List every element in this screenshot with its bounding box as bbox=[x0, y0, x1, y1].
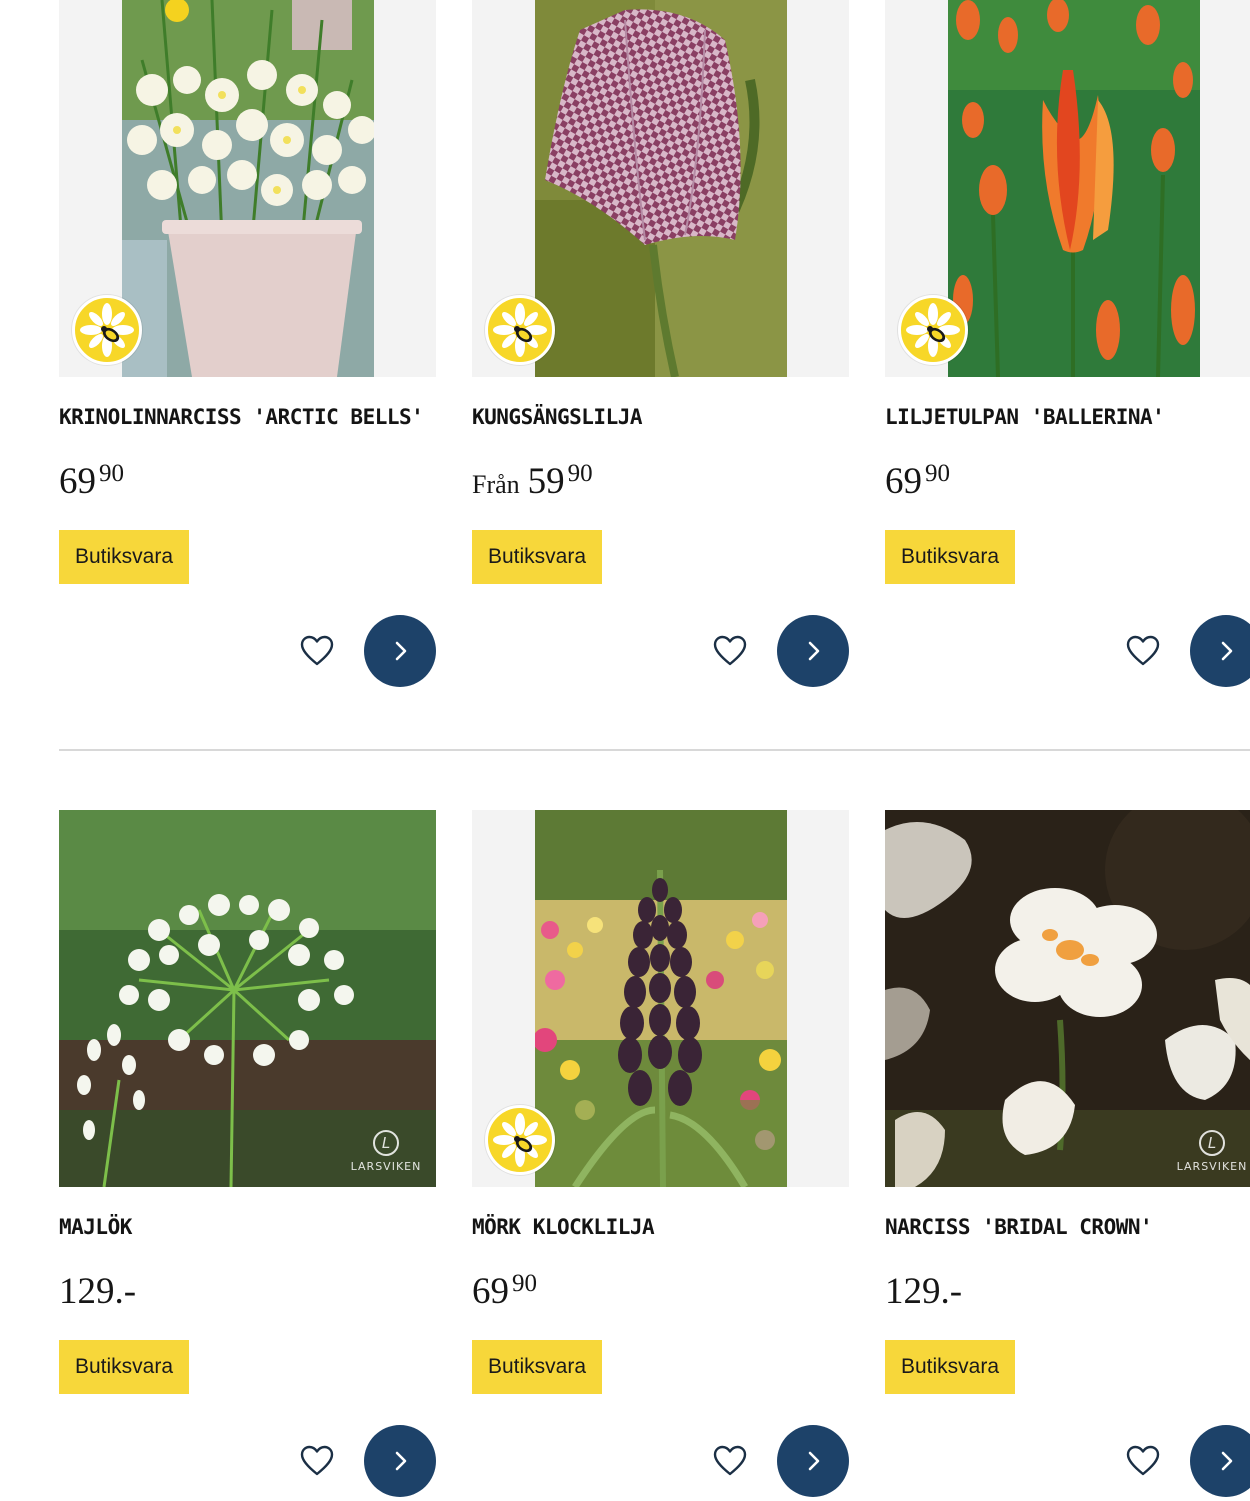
product-image[interactable]: L LARSVIKEN bbox=[885, 810, 1250, 1187]
product-price: 69 90 bbox=[472, 1270, 537, 1313]
product-price: 69 90 bbox=[59, 460, 124, 503]
chevron-right-icon bbox=[395, 1451, 407, 1471]
price-decimals: 90 bbox=[512, 1270, 537, 1297]
price-main: 59 bbox=[527, 461, 565, 502]
open-product-button[interactable] bbox=[777, 1425, 849, 1497]
chevron-right-icon bbox=[395, 641, 407, 661]
daffodil-pot-photo bbox=[122, 0, 374, 377]
product-price: 69 90 bbox=[885, 460, 950, 503]
product-price: Från 59 90 bbox=[472, 460, 593, 503]
heart-outline-icon bbox=[713, 635, 747, 666]
store-item-tag: Butiksvara bbox=[472, 530, 602, 584]
larsviken-watermark: L LARSVIKEN bbox=[346, 1130, 426, 1173]
product-card[interactable]: LILJETULPAN 'BALLERINA' 69 90 Butiksvara bbox=[885, 0, 1250, 687]
favorite-button[interactable] bbox=[299, 1443, 335, 1479]
product-image[interactable] bbox=[885, 0, 1250, 377]
product-name[interactable]: NARCISS 'BRIDAL CROWN' bbox=[885, 1215, 1250, 1239]
price-decimals: 90 bbox=[925, 460, 950, 487]
bee-flower-icon bbox=[72, 295, 142, 365]
watermark-text: LARSVIKEN bbox=[350, 1160, 422, 1173]
price-main: 69 bbox=[59, 461, 96, 502]
larsviken-logo-icon: L bbox=[1199, 1130, 1225, 1156]
bee-flower-icon bbox=[485, 1105, 555, 1175]
chevron-right-icon bbox=[1221, 1451, 1233, 1471]
product-name[interactable]: KRINOLINNARCISS 'ARCTIC BELLS' bbox=[59, 405, 436, 429]
store-item-tag: Butiksvara bbox=[472, 1340, 602, 1394]
tulip-field-photo bbox=[948, 0, 1200, 377]
product-price: 129.- bbox=[885, 1270, 965, 1313]
heart-outline-icon bbox=[1126, 635, 1160, 666]
price-main: 69 bbox=[472, 1271, 509, 1312]
open-product-button[interactable] bbox=[1190, 1425, 1250, 1497]
product-image[interactable] bbox=[59, 0, 436, 377]
product-name[interactable]: LILJETULPAN 'BALLERINA' bbox=[885, 405, 1250, 429]
price-main: 129.- bbox=[59, 1271, 137, 1312]
product-name[interactable]: MAJLÖK bbox=[59, 1215, 436, 1239]
open-product-button[interactable] bbox=[1190, 615, 1250, 687]
bee-flower-icon bbox=[898, 295, 968, 365]
product-card[interactable]: L LARSVIKEN NARCISS 'BRIDAL CROWN' 129.-… bbox=[885, 810, 1250, 1497]
price-main: 69 bbox=[885, 461, 922, 502]
row-divider bbox=[59, 749, 1250, 751]
product-card[interactable]: KUNGSÄNGSLILJA Från 59 90 Butiksvara bbox=[472, 0, 849, 687]
product-image[interactable]: L LARSVIKEN bbox=[59, 810, 436, 1187]
product-card[interactable]: L LARSVIKEN MAJLÖK 129.- Butiksvara bbox=[59, 810, 436, 1497]
watermark-text: LARSVIKEN bbox=[1176, 1160, 1248, 1173]
favorite-button[interactable] bbox=[1125, 633, 1161, 669]
fritillary-photo bbox=[535, 0, 787, 377]
store-item-tag: Butiksvara bbox=[885, 530, 1015, 584]
favorite-button[interactable] bbox=[712, 633, 748, 669]
chevron-right-icon bbox=[1221, 641, 1233, 661]
favorite-button[interactable] bbox=[712, 1443, 748, 1479]
bee-flower-icon bbox=[485, 295, 555, 365]
favorite-button[interactable] bbox=[299, 633, 335, 669]
product-card[interactable]: KRINOLINNARCISS 'ARCTIC BELLS' 69 90 Buti… bbox=[59, 0, 436, 687]
favorite-button[interactable] bbox=[1125, 1443, 1161, 1479]
heart-outline-icon bbox=[1126, 1445, 1160, 1476]
store-item-tag: Butiksvara bbox=[59, 1340, 189, 1394]
product-name[interactable]: MÖRK KLOCKLILJA bbox=[472, 1215, 849, 1239]
price-main: 129.- bbox=[885, 1271, 963, 1312]
dark-fritillaria-photo bbox=[535, 810, 787, 1187]
larsviken-watermark: L LARSVIKEN bbox=[1172, 1130, 1250, 1173]
open-product-button[interactable] bbox=[364, 1425, 436, 1497]
store-item-tag: Butiksvara bbox=[59, 530, 189, 584]
product-image[interactable] bbox=[472, 810, 849, 1187]
store-item-tag: Butiksvara bbox=[885, 1340, 1015, 1394]
price-prefix: Från bbox=[472, 470, 520, 499]
chevron-right-icon bbox=[808, 641, 820, 661]
price-decimals: 90 bbox=[567, 460, 593, 487]
open-product-button[interactable] bbox=[364, 615, 436, 687]
heart-outline-icon bbox=[713, 1445, 747, 1476]
product-image[interactable] bbox=[472, 0, 849, 377]
larsviken-logo-icon: L bbox=[373, 1130, 399, 1156]
open-product-button[interactable] bbox=[777, 615, 849, 687]
price-decimals: 90 bbox=[99, 460, 124, 487]
chevron-right-icon bbox=[808, 1451, 820, 1471]
product-card[interactable]: MÖRK KLOCKLILJA 69 90 Butiksvara bbox=[472, 810, 849, 1497]
heart-outline-icon bbox=[300, 1445, 334, 1476]
heart-outline-icon bbox=[300, 635, 334, 666]
product-name[interactable]: KUNGSÄNGSLILJA bbox=[472, 405, 849, 429]
product-price: 129.- bbox=[59, 1270, 139, 1313]
